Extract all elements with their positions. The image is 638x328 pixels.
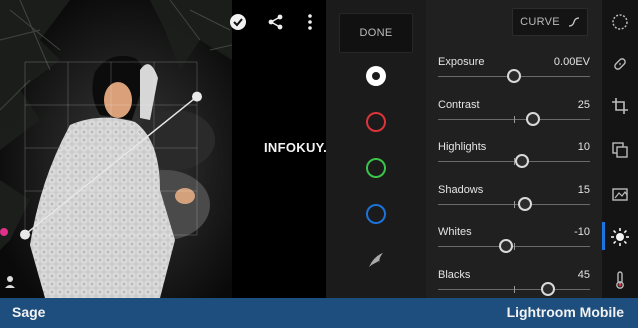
done-button[interactable]: DONE	[339, 13, 413, 53]
healing-icon[interactable]	[610, 184, 630, 204]
slider-row-shadows: Shadows 15	[438, 184, 590, 220]
slider-label: Contrast	[438, 98, 480, 111]
slider-thumb[interactable]	[526, 111, 540, 126]
slider-thumb[interactable]	[514, 154, 529, 168]
slider-thumb[interactable]	[507, 69, 521, 83]
slider-thumb[interactable]	[541, 281, 556, 296]
color-icon[interactable]	[610, 270, 630, 290]
slider-row-whites: Whites -10	[438, 226, 590, 262]
selective-icon[interactable]	[610, 12, 630, 32]
slider-value: 45	[577, 268, 590, 281]
curve-point-end[interactable]	[192, 91, 202, 102]
presets-icon[interactable]	[610, 140, 630, 160]
slider-value: 0.00EV	[553, 56, 590, 68]
red-channel[interactable]	[366, 112, 386, 132]
slider-row-blacks: Blacks 45	[438, 269, 590, 299]
slider-center-tick	[514, 243, 515, 250]
curve-channel-column: DONE	[326, 0, 426, 298]
blue-channel[interactable]	[366, 204, 386, 224]
footer-right-text: Lightroom Mobile	[506, 304, 624, 320]
footer-bar: Sage Lightroom Mobile	[0, 298, 638, 328]
slider-label: Shadows	[438, 183, 484, 196]
slider-center-tick	[514, 115, 515, 123]
light-icon[interactable]	[610, 227, 630, 247]
slider-label: Highlights	[438, 141, 487, 153]
slider-row-highlights: Highlights 10	[438, 141, 590, 177]
curve-button-label: CURVE	[520, 16, 560, 28]
curve-point-start[interactable]	[20, 229, 30, 240]
share-icon[interactable]	[266, 12, 286, 32]
tool-bar	[602, 0, 638, 298]
slider-row-exposure: Exposure 0.00EV	[438, 56, 590, 92]
curve-icon	[568, 17, 579, 27]
more-vert-icon[interactable]	[300, 12, 320, 32]
slider-label: Blacks	[438, 268, 471, 281]
slider-row-contrast: Contrast 25	[438, 99, 590, 135]
footer-left-text: Sage	[12, 304, 46, 320]
slider-value: 25	[577, 98, 590, 111]
check-circle-icon[interactable]	[228, 12, 248, 32]
green-channel[interactable]	[366, 158, 386, 178]
slider-value: 15	[577, 183, 590, 196]
slider-center-tick	[514, 200, 515, 208]
slider-center-tick	[514, 285, 515, 293]
slider-label: Exposure	[438, 56, 485, 68]
profile-icon[interactable]	[610, 54, 630, 74]
swirl-icon[interactable]	[366, 250, 386, 270]
slider-value: -10	[574, 226, 590, 238]
white-channel[interactable]	[366, 66, 386, 86]
slider-value: 10	[577, 141, 590, 153]
slider-label: Whites	[438, 226, 472, 238]
active-tool-indicator	[602, 222, 605, 250]
curve-button[interactable]: CURVE	[512, 8, 588, 36]
light-panel: CURVE Exposure 0.00EV Contrast 25 Highlights…	[426, 0, 602, 298]
slider-thumb[interactable]	[499, 239, 514, 253]
slider-thumb[interactable]	[518, 196, 533, 211]
crop-icon[interactable]	[610, 96, 630, 116]
